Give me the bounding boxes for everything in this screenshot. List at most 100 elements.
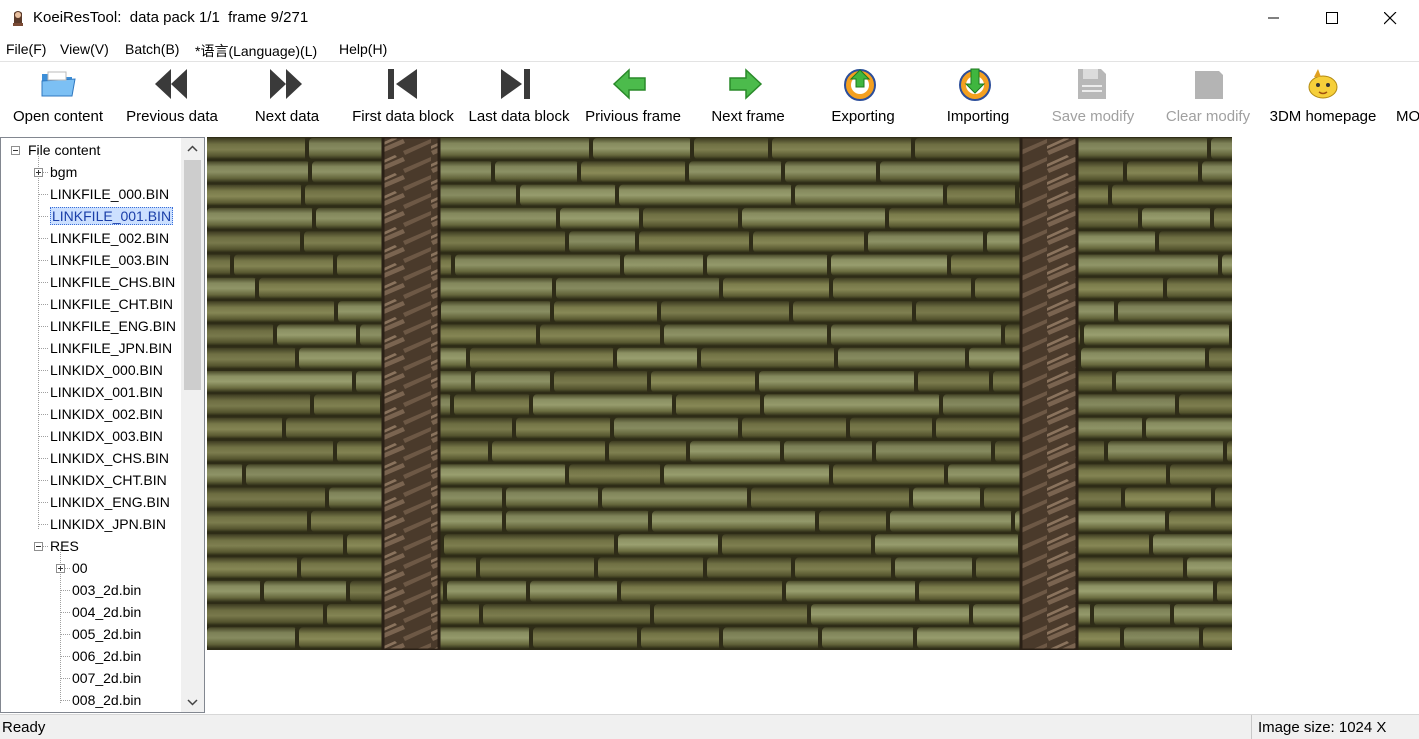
tree-item-label: LINKIDX_CHT.BIN xyxy=(50,472,167,488)
tree-item-label: LINKIDX_JPN.BIN xyxy=(50,516,166,532)
tree-item[interactable]: LINKFILE_002.BIN xyxy=(50,227,169,249)
tree-connector xyxy=(60,700,70,701)
tree-item[interactable]: LINKFILE_ENG.BIN xyxy=(50,315,176,337)
tree-item[interactable]: LINKIDX_002.BIN xyxy=(50,403,163,425)
tree-item[interactable]: LINKFILE_JPN.BIN xyxy=(50,337,172,359)
tree-connector xyxy=(38,502,48,503)
tree-connector xyxy=(38,524,48,525)
previous-frame-button[interactable]: Privious frame xyxy=(580,62,686,134)
menu-file[interactable]: File(F) xyxy=(6,41,46,57)
tree-item[interactable]: bgm xyxy=(50,161,77,183)
importing-button[interactable]: Importing xyxy=(928,62,1028,134)
menu-language[interactable]: *语言(Language)(L) xyxy=(195,41,317,61)
tree-item-label: LINKFILE_ENG.BIN xyxy=(50,318,177,334)
maximize-icon xyxy=(1325,11,1338,24)
tree-connector xyxy=(38,392,48,393)
tree-item[interactable]: LINKIDX_001.BIN xyxy=(50,381,163,403)
image-size-text: Image size: 1024 X xyxy=(1258,719,1387,736)
tree-item[interactable]: 004_2d.bin xyxy=(72,601,141,623)
tree-item[interactable]: LINKIDX_000.BIN xyxy=(50,359,163,381)
tree-item-label: 005_2d.bin xyxy=(72,626,142,642)
tree-item[interactable]: LINKIDX_ENG.BIN xyxy=(50,491,170,513)
maximize-button[interactable] xyxy=(1303,0,1361,36)
minimize-button[interactable] xyxy=(1245,0,1303,36)
rope-left xyxy=(383,137,439,650)
tree-item-label: 003_2d.bin xyxy=(72,582,142,598)
tree-item[interactable]: 008_2d.bin xyxy=(72,689,141,711)
next-frame-button[interactable]: Next frame xyxy=(698,62,798,134)
tree-item-label: LINKIDX_001.BIN xyxy=(50,384,163,400)
tree-connector xyxy=(38,414,48,415)
tree-item-label: LINKFILE_CHS.BIN xyxy=(50,274,176,290)
tree-item-label: LINKIDX_ENG.BIN xyxy=(50,494,170,510)
collapse-icon[interactable] xyxy=(34,542,43,551)
last-data-block-label: Last data block xyxy=(468,108,570,125)
scroll-down-button[interactable] xyxy=(181,692,204,712)
save-modify-button[interactable]: Save modify xyxy=(1043,62,1143,134)
open-folder-icon xyxy=(41,71,76,97)
tree-item[interactable]: 005_2d.bin xyxy=(72,623,141,645)
menu-view[interactable]: View(V) xyxy=(60,41,109,57)
tree-item[interactable]: LINKIDX_CHS.BIN xyxy=(50,447,169,469)
image-view-area[interactable] xyxy=(207,137,1419,713)
homepage-button[interactable]: 3DM homepage xyxy=(1265,62,1381,134)
scroll-up-button[interactable] xyxy=(181,138,204,158)
tree-item[interactable]: LINKIDX_JPN.BIN xyxy=(50,513,166,535)
menu-help[interactable]: Help(H) xyxy=(339,41,387,57)
bamboo-texture-image xyxy=(207,137,1232,650)
homepage-mascot-icon xyxy=(1308,69,1338,99)
tree-item[interactable]: LINKFILE_CHS.BIN xyxy=(50,271,175,293)
toolbar: Open content Previous data Next data Fir… xyxy=(0,61,1419,134)
tree-item[interactable]: 003_2d.bin xyxy=(72,579,141,601)
tree-connector xyxy=(38,480,48,481)
tree-item[interactable]: RES xyxy=(50,535,79,557)
close-button[interactable] xyxy=(1361,0,1419,36)
tree-item-label: LINKFILE_002.BIN xyxy=(50,230,170,246)
tree-item[interactable]: LINKIDX_CHT.BIN xyxy=(50,469,167,491)
tree-connector xyxy=(38,458,48,459)
export-icon xyxy=(844,69,876,101)
expand-icon[interactable] xyxy=(34,168,43,177)
green-right-arrow-icon xyxy=(729,68,763,100)
tree-item[interactable]: LINKFILE_003.BIN xyxy=(50,249,169,271)
menu-bar: File(F) View(V) Batch(B) *语言(Language)(L… xyxy=(0,38,1419,60)
tree-item-label: LINKIDX_003.BIN xyxy=(50,428,163,444)
previous-data-button[interactable]: Previous data xyxy=(118,62,226,134)
open-content-button[interactable]: Open content xyxy=(4,62,112,134)
expand-icon[interactable] xyxy=(56,564,65,573)
exporting-button[interactable]: Exporting xyxy=(813,62,913,134)
title-bar: KoeiResTool: data pack 1/1 frame 9/271 xyxy=(0,0,1419,38)
clear-modify-button[interactable]: Clear modify xyxy=(1158,62,1258,134)
tree-scrollbar[interactable] xyxy=(181,138,204,712)
double-right-arrow-icon xyxy=(270,69,302,99)
next-data-button[interactable]: Next data xyxy=(233,62,341,134)
tree-item[interactable]: 007_2d.bin xyxy=(72,667,141,689)
previous-data-label: Previous data xyxy=(126,108,218,125)
tree-item-label: LINKFILE_003.BIN xyxy=(50,252,170,268)
tree-item-label: 008_2d.bin xyxy=(72,692,142,708)
tree-item[interactable]: LINKFILE_CHT.BIN xyxy=(50,293,173,315)
texture-preview-image xyxy=(207,137,1232,650)
tree-connector xyxy=(38,304,48,305)
exporting-label: Exporting xyxy=(831,108,895,125)
previous-frame-label: Privious frame xyxy=(585,108,681,125)
tree-item-label: LINKFILE_001.BIN xyxy=(50,207,174,225)
tree-item[interactable]: LINKFILE_000.BIN xyxy=(50,183,169,205)
tree-item[interactable]: 00 xyxy=(72,557,88,579)
last-data-block-button[interactable]: Last data block xyxy=(464,62,574,134)
tree-item-label: 006_2d.bin xyxy=(72,648,142,664)
first-data-block-button[interactable]: First data block xyxy=(348,62,458,134)
next-frame-label: Next frame xyxy=(711,108,785,125)
tree-item[interactable]: LINKFILE_001.BIN xyxy=(50,205,174,227)
importing-label: Importing xyxy=(946,108,1010,125)
collapse-icon[interactable] xyxy=(11,146,20,155)
more-button[interactable]: MO xyxy=(1393,62,1419,134)
tree-item[interactable]: LINKIDX_003.BIN xyxy=(50,425,163,447)
tree-connector xyxy=(60,678,70,679)
skip-first-icon xyxy=(388,69,417,99)
scroll-thumb[interactable] xyxy=(184,160,201,390)
menu-batch[interactable]: Batch(B) xyxy=(125,41,179,57)
status-text: Ready xyxy=(2,719,46,736)
green-left-arrow-icon xyxy=(612,68,646,100)
tree-item[interactable]: 006_2d.bin xyxy=(72,645,141,667)
